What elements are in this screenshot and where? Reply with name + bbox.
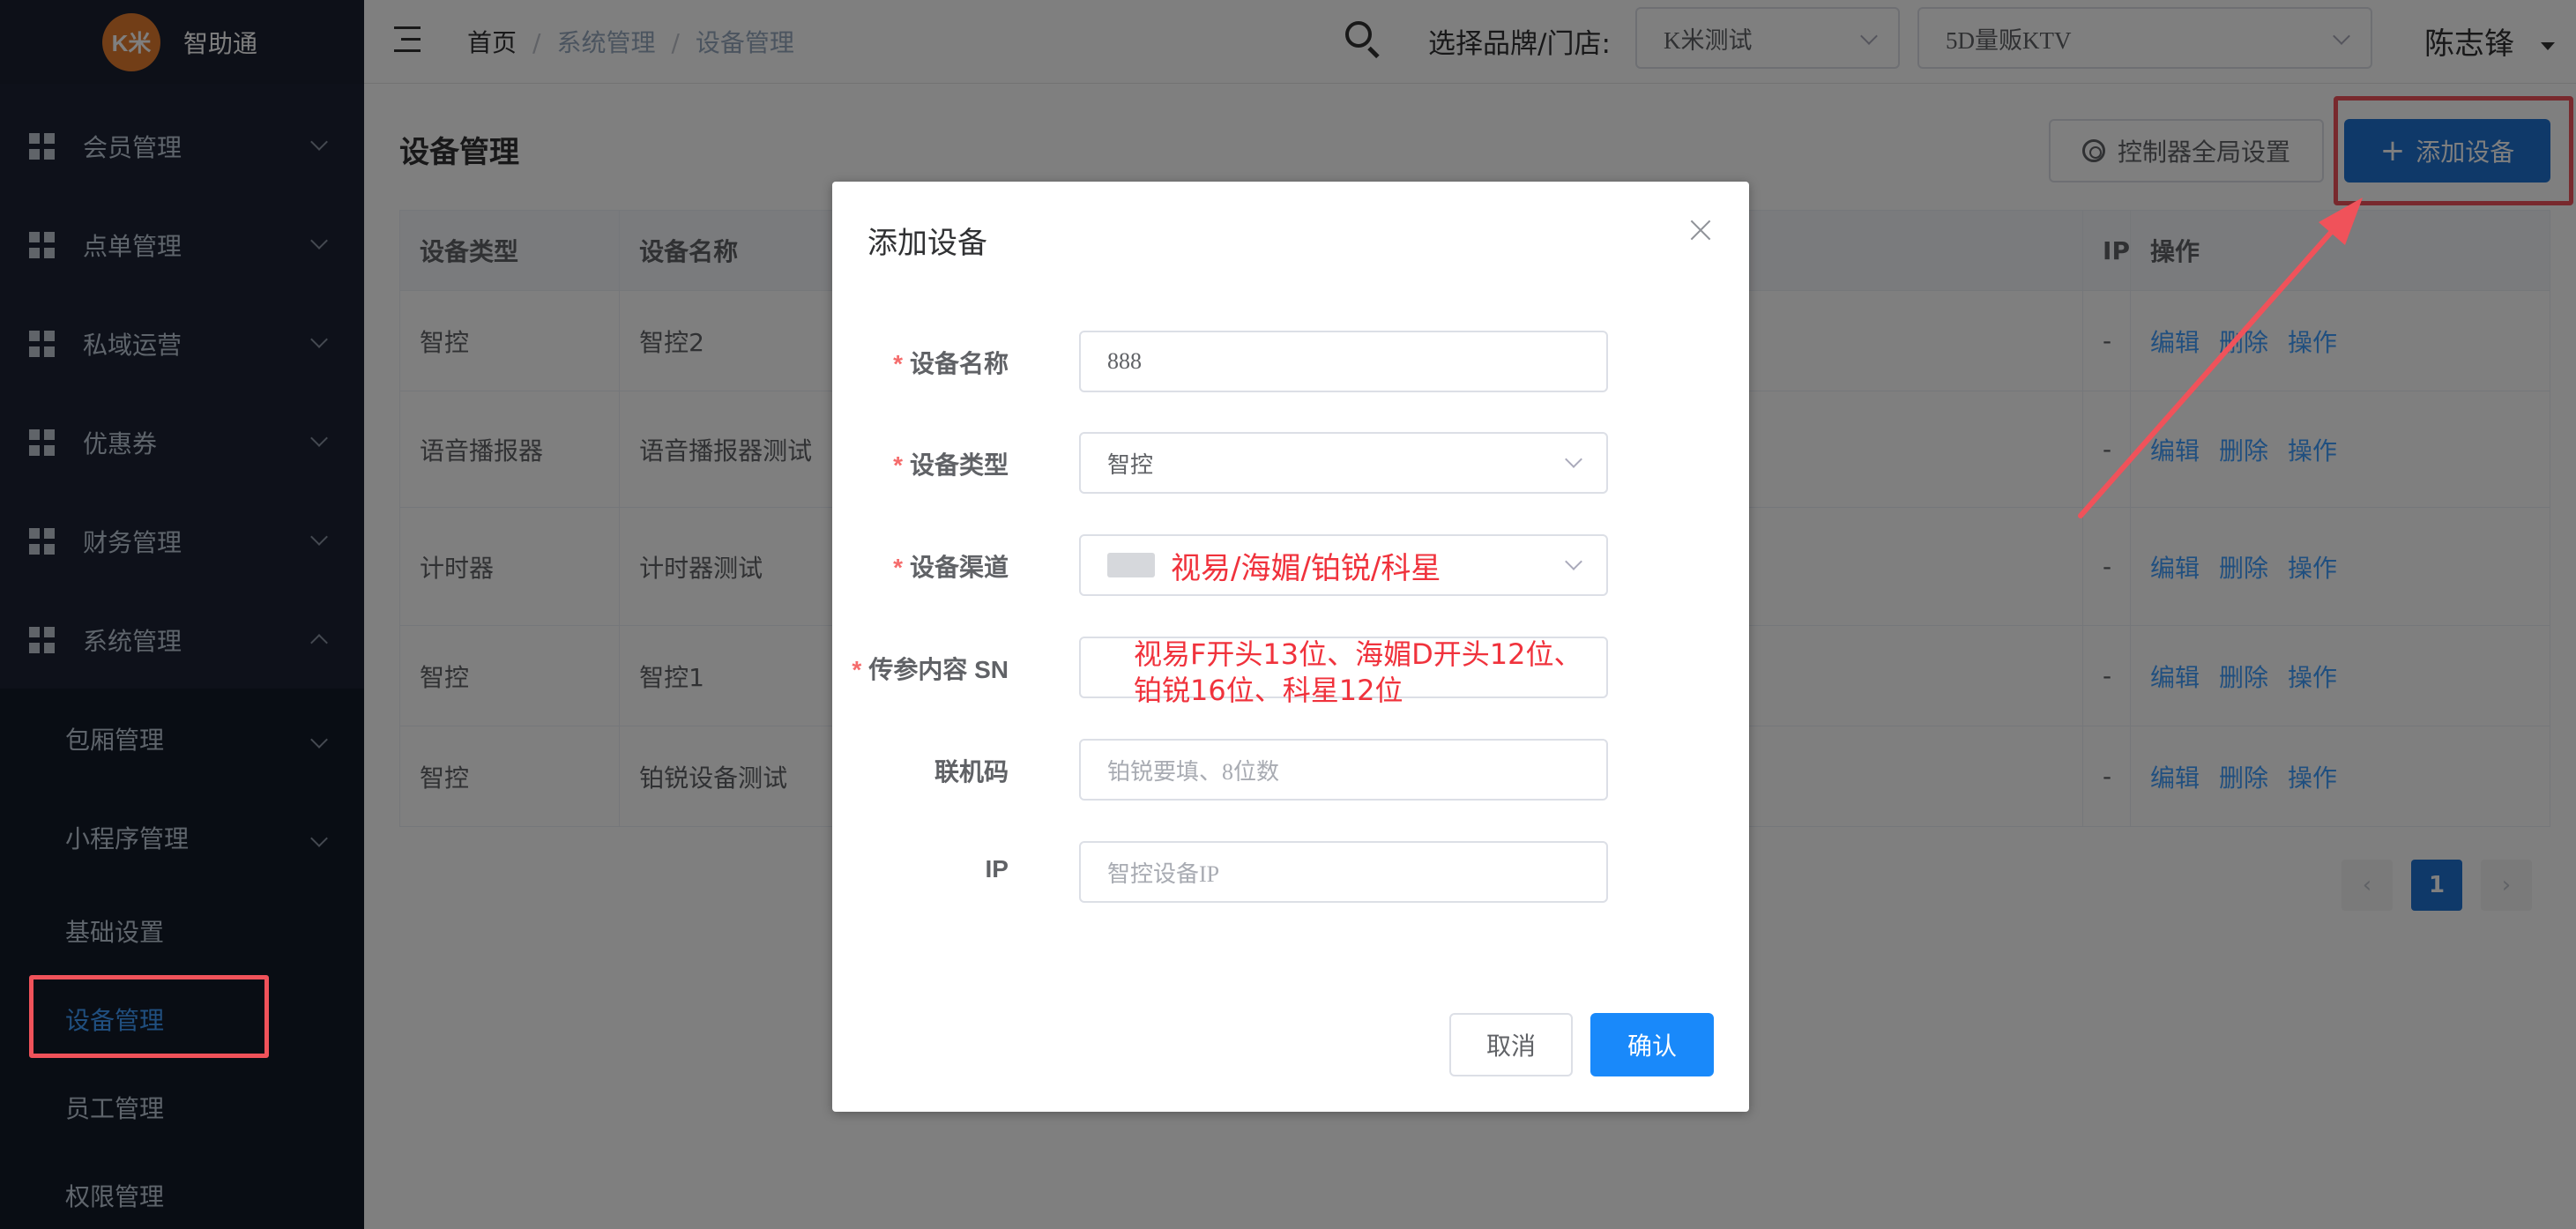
link-code-input[interactable]: 铂锐要填、8位数 bbox=[1079, 739, 1608, 801]
channel-annotation: 视易/海媚/铂锐/科星 bbox=[1171, 550, 1441, 586]
form-row-name: * 设备名称 888 bbox=[832, 331, 1749, 392]
form-label: * 设备渠道 bbox=[893, 554, 1009, 581]
cancel-button[interactable]: 取消 bbox=[1449, 1013, 1573, 1076]
chevron-down-icon bbox=[1565, 553, 1582, 570]
input-value: 888 bbox=[1107, 348, 1142, 374]
form-label: 联机码 bbox=[934, 758, 1009, 786]
input-placeholder: 铂锐要填、8位数 bbox=[1107, 758, 1280, 785]
sn-annotation: 视易F开头13位、海媚D开头12位、 铂锐16位、科星12位 bbox=[1134, 637, 1582, 707]
device-name-input[interactable]: 888 bbox=[1079, 331, 1608, 392]
form-row-code: 联机码 铂锐要填、8位数 bbox=[832, 739, 1749, 801]
input-placeholder: 智控设备IP bbox=[1107, 860, 1220, 887]
select-value: 智控 bbox=[1107, 451, 1154, 478]
add-device-dialog: 添加设备 * 设备名称 888 * 设备类型 智控 * 设备渠道 视易/海媚/铂锐/科… bbox=[832, 182, 1749, 1112]
close-icon[interactable] bbox=[1687, 217, 1714, 243]
form-label: * 设备类型 bbox=[893, 451, 1009, 479]
device-channel-select[interactable]: 视易/海媚/铂锐/科星 bbox=[1079, 534, 1608, 596]
redacted-value bbox=[1107, 553, 1155, 577]
ip-input[interactable]: 智控设备IP bbox=[1079, 841, 1608, 903]
form-row-ip: IP 智控设备IP bbox=[832, 841, 1749, 903]
form-label: * 传参内容 SN bbox=[852, 656, 1009, 683]
confirm-button[interactable]: 确认 bbox=[1590, 1013, 1714, 1076]
device-type-select[interactable]: 智控 bbox=[1079, 432, 1608, 494]
form-row-type: * 设备类型 智控 bbox=[832, 432, 1749, 494]
form-label: * 设备名称 bbox=[893, 350, 1009, 377]
form-label: IP bbox=[985, 855, 1009, 883]
chevron-down-icon bbox=[1565, 451, 1582, 468]
dialog-title: 添加设备 bbox=[867, 226, 987, 261]
form-row-channel: * 设备渠道 视易/海媚/铂锐/科星 bbox=[832, 534, 1749, 596]
